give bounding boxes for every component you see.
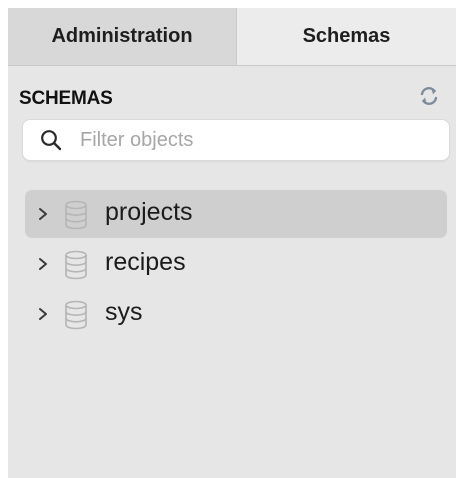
schema-label: recipes [105,248,186,276]
schema-sidebar: Administration Schemas SCHEMAS Filter ob… [8,8,456,478]
schema-label: projects [105,198,193,226]
tab-administration[interactable]: Administration [8,8,237,65]
chevron-right-icon[interactable] [37,257,49,271]
database-icon [63,250,89,280]
schema-item-recipes[interactable]: recipes [25,240,447,288]
chevron-right-icon[interactable] [37,207,49,221]
tab-bar: Administration Schemas [8,8,456,66]
database-icon [63,200,89,230]
filter-search-box[interactable] [23,120,449,160]
schema-label: sys [105,298,143,326]
database-icon [63,300,89,330]
tab-schemas[interactable]: Schemas [237,8,456,65]
filter-objects-input[interactable] [80,120,440,160]
search-icon [40,129,62,151]
refresh-icon[interactable] [417,84,441,108]
chevron-right-icon[interactable] [37,307,49,321]
schema-item-projects[interactable]: projects [25,190,447,238]
schemas-section-title: SCHEMAS [19,88,113,109]
schema-item-sys[interactable]: sys [25,290,447,338]
